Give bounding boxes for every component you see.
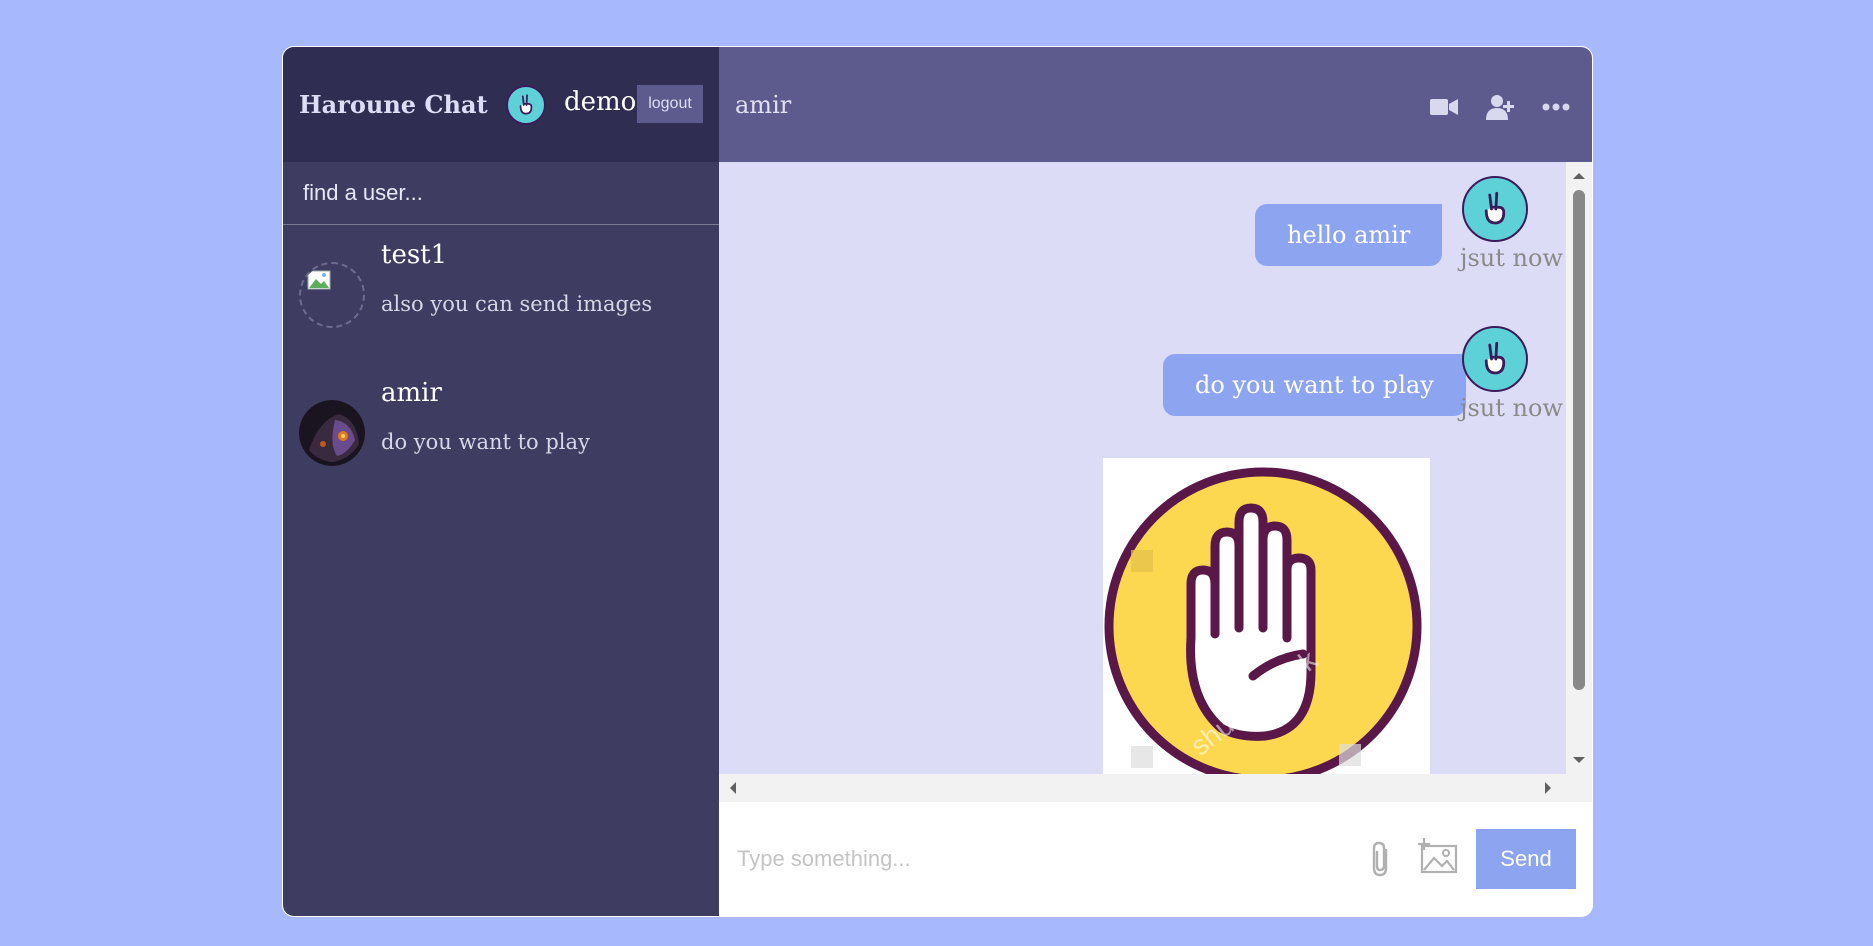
message-composer: Send [719,802,1592,916]
chat-info: amir do you want to play [381,378,590,501]
peace-hand-icon [519,94,533,115]
current-user: demo [506,85,636,125]
dark-character-avatar [299,400,365,466]
message-input[interactable] [735,845,1339,873]
image-placeholder-icon [307,270,331,290]
message-time: jsut now [1460,394,1563,422]
chat-name: test1 [381,240,448,270]
messages-area: hello amir jsut now do you want to play [719,162,1592,774]
horizontal-scrollbar[interactable] [719,774,1592,802]
chat-header: amir [719,47,1592,162]
user-search [283,162,719,225]
peace-hand-icon [1484,341,1506,375]
logout-button[interactable]: logout [637,85,703,123]
brand-logo: Haroune Chat [299,90,488,119]
video-camera-icon[interactable] [1430,97,1458,117]
message: do you want to play [1163,354,1466,416]
message-bubble: hello amir [1255,204,1443,266]
vertical-scrollbar[interactable] [1566,162,1592,774]
message-meta: jsut now [1460,176,1563,272]
message-meta: jsut now [1460,326,1563,422]
chat-app: Haroune Chat demo logout find a user... … [282,46,1593,917]
message-avatar [1462,326,1528,392]
chat-list-item[interactable]: amir do you want to play [283,363,719,501]
message-avatar [1462,176,1528,242]
amir-avatar [299,400,365,466]
scroll-down-icon[interactable] [1566,750,1592,770]
broken-image-icon [299,262,365,328]
scrollbar-thumb[interactable] [1573,190,1585,690]
search-input[interactable] [301,179,701,207]
image-message[interactable]: shutterstock [1103,458,1430,774]
add-image-icon[interactable] [1418,838,1458,874]
message: hello amir [1255,204,1443,266]
message-bubble: do you want to play [1163,354,1466,416]
more-icon[interactable] [1542,103,1570,111]
chat-panel: amir hello amir jsut now do you want to … [719,47,1592,916]
chat-last-message: do you want to play [381,430,590,454]
current-user-avatar [506,85,546,125]
chat-list-item[interactable]: test1 also you can send images [283,225,719,363]
chat-name: amir [381,378,442,408]
chat-info: test1 also you can send images [381,240,652,363]
scroll-left-icon[interactable] [723,774,743,802]
chat-title: amir [735,90,792,119]
chat-header-icons [1430,93,1570,121]
add-user-icon[interactable] [1486,93,1514,121]
chat-last-message: also you can send images [381,292,653,316]
message-time: jsut now [1460,244,1563,272]
sidebar: Haroune Chat demo logout find a user... … [283,47,719,916]
current-user-name: demo [564,87,637,117]
send-button[interactable]: Send [1476,829,1576,889]
sidebar-header: Haroune Chat demo logout [283,47,719,162]
scroll-up-icon[interactable] [1566,166,1592,186]
paperclip-icon[interactable] [1368,840,1394,878]
stop-hand-icon: shutterstock [1104,467,1422,774]
scroll-right-icon[interactable] [1538,774,1558,802]
peace-hand-icon [1484,191,1506,225]
